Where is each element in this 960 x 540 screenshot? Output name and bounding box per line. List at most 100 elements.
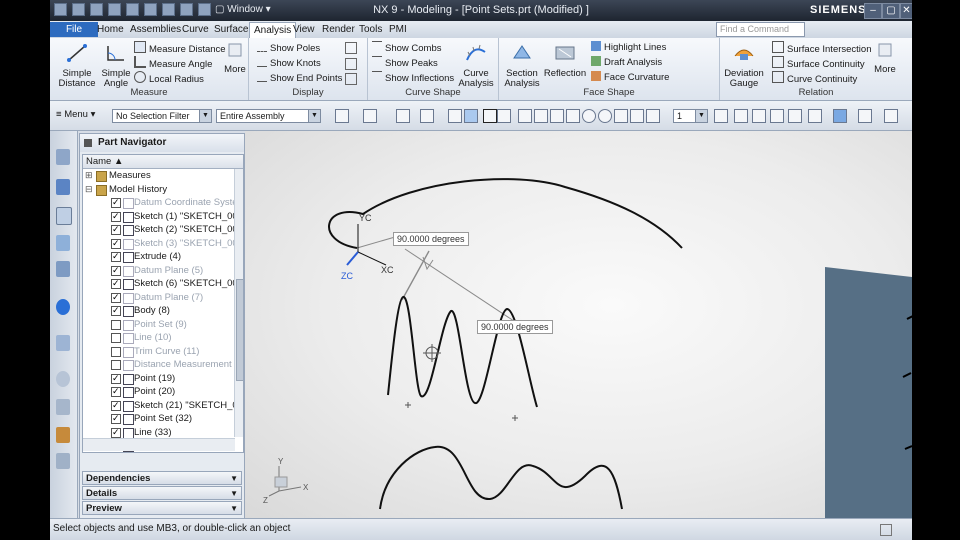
select-all-icon[interactable] [396, 109, 410, 123]
minimize-button[interactable]: – [864, 3, 882, 19]
control-point-snap-icon[interactable] [550, 109, 564, 123]
show-inflections-button[interactable]: Show Inflections [372, 71, 454, 85]
tab-pmi[interactable]: PMI [385, 22, 411, 37]
reuse-library-icon[interactable] [56, 235, 70, 251]
visibility-checkbox[interactable] [111, 319, 121, 330]
pan-view-icon[interactable] [770, 109, 784, 123]
tree-item[interactable]: Extrude (4) [83, 250, 233, 263]
tree-item[interactable]: Distance Measurement (18) [83, 358, 243, 371]
visibility-checkbox[interactable] [111, 426, 121, 439]
visibility-checkbox[interactable] [111, 250, 121, 263]
orient-view-icon[interactable] [833, 109, 847, 123]
show-poles-button[interactable]: Show Poles [257, 41, 320, 55]
angle-annotation-2[interactable]: 90.0000 degrees [477, 320, 553, 334]
hd3d-tools-icon[interactable] [56, 261, 70, 277]
measure-angle-button[interactable]: Measure Angle [134, 56, 212, 70]
clock-icon[interactable] [56, 371, 70, 387]
tree-item[interactable]: Line (33) [83, 426, 233, 439]
roles-icon[interactable] [56, 427, 70, 443]
background-icon[interactable] [858, 109, 872, 123]
select-cursor-icon[interactable] [363, 109, 377, 123]
end-point-snap-icon[interactable] [518, 109, 532, 123]
scrollbar-thumb[interactable] [236, 279, 243, 381]
draft-analysis-button[interactable]: Draft Analysis [591, 56, 662, 70]
column-header-name[interactable]: Name ▲ [83, 155, 243, 169]
selection-filter-select[interactable]: No Selection Filter ▼ [112, 109, 212, 123]
horizontal-scrollbar[interactable] [83, 438, 235, 451]
show-peaks-button[interactable]: Show Peaks [372, 56, 438, 70]
sine-wave-curve[interactable] [387, 295, 538, 408]
selection-scope-select[interactable]: Entire Assembly ▼ [216, 109, 321, 123]
simple-angle-button[interactable]: Simple Angle [100, 42, 132, 89]
visibility-checkbox[interactable] [111, 291, 121, 304]
tab-file[interactable]: File [50, 22, 98, 37]
snap-point-icon[interactable] [497, 109, 511, 123]
intersection-snap-icon[interactable] [566, 109, 580, 123]
expand-toggle-icon[interactable]: ⊟ [85, 183, 93, 196]
tab-tools[interactable]: Tools [355, 22, 386, 37]
constraint-navigator-icon[interactable] [56, 179, 70, 195]
tab-view[interactable]: View [289, 22, 319, 37]
mid-point-snap-icon[interactable] [534, 109, 548, 123]
tree-item[interactable]: Sketch (2) "SKETCH_001" [83, 223, 243, 236]
visibility-checkbox[interactable] [111, 304, 121, 317]
tab-curve[interactable]: Curve [178, 22, 213, 37]
system-scenes-icon[interactable] [56, 453, 70, 469]
visibility-checkbox[interactable] [111, 210, 121, 223]
visibility-checkbox[interactable] [111, 372, 121, 385]
show-end-points-button[interactable]: Show End Points [257, 71, 342, 85]
tree-item[interactable]: ⊟ Model History [83, 183, 233, 196]
visibility-checkbox[interactable] [111, 277, 121, 290]
maximize-button[interactable]: ▢ [882, 3, 900, 19]
local-radius-button[interactable]: Local Radius [134, 71, 204, 85]
tree-item[interactable]: Datum Plane (5) [83, 264, 233, 277]
point-on-curve-snap-icon[interactable] [630, 109, 644, 123]
face-select-icon[interactable] [448, 109, 462, 123]
tree-item[interactable]: Body (8) [83, 304, 233, 317]
panel-details[interactable]: Details ▼ [82, 486, 242, 500]
visibility-checkbox[interactable] [111, 385, 121, 398]
menu-button[interactable]: ≡ Menu ▾ [56, 109, 95, 120]
view-triad-icon[interactable] [714, 109, 728, 123]
tree-item[interactable]: Datum Coordinate System [83, 196, 243, 209]
find-command-input[interactable]: Find a Command [716, 22, 805, 37]
visibility-checkbox[interactable] [111, 346, 121, 357]
point-marker[interactable] [512, 415, 518, 421]
show-knots-button[interactable]: Show Knots [257, 56, 321, 70]
measure-more-button[interactable]: More [224, 42, 246, 75]
rectangle-select-icon[interactable] [420, 109, 434, 123]
point-on-surface-snap-icon[interactable] [646, 109, 660, 123]
surface-intersection-button[interactable]: Surface Intersection [772, 41, 872, 55]
history-icon[interactable] [56, 335, 70, 351]
spline-curve-bottom[interactable] [379, 445, 623, 510]
tree-item[interactable]: Sketch (21) "SKETCH_004" [83, 399, 243, 412]
snap-grid-icon[interactable] [483, 109, 497, 123]
general-selection-icon[interactable] [335, 109, 349, 123]
visibility-checkbox[interactable] [111, 333, 121, 343]
tree-item[interactable]: Sketch (1) "SKETCH_000" [83, 210, 243, 223]
reflection-button[interactable]: Reflection [543, 42, 587, 79]
graphics-window[interactable]: YC XC ZC Y X Z 90.0000 degrees 90.0000 d… [245, 131, 912, 518]
curve-continuity-button[interactable]: Curve Continuity [772, 71, 857, 85]
vertical-scrollbar[interactable] [234, 169, 243, 437]
fullscreen-icon[interactable] [880, 524, 892, 536]
visibility-checkbox[interactable] [111, 196, 121, 209]
tab-home[interactable]: Home [93, 22, 128, 37]
expand-toggle-icon[interactable]: ⊞ [85, 169, 93, 182]
visibility-checkbox[interactable] [111, 264, 121, 277]
web-browser-icon[interactable] [56, 299, 70, 315]
tree-item[interactable]: Point (19) [83, 372, 233, 385]
zoom-view-icon[interactable] [788, 109, 802, 123]
simple-distance-button[interactable]: Simple Distance [56, 42, 98, 89]
visibility-checkbox[interactable] [111, 412, 121, 425]
point-marker[interactable] [405, 402, 411, 408]
tab-surface[interactable]: Surface [210, 22, 252, 37]
part-navigator-icon[interactable] [56, 207, 72, 225]
arc-center-snap-icon[interactable] [582, 109, 596, 123]
face-curvature-button[interactable]: Face Curvature [591, 71, 669, 85]
display-option-icon[interactable] [345, 73, 357, 85]
panel-preview[interactable]: Preview ▼ [82, 501, 242, 515]
tree-item[interactable]: Datum Plane (7) [83, 291, 233, 304]
existing-point-snap-icon[interactable] [614, 109, 628, 123]
visibility-checkbox[interactable] [111, 223, 121, 236]
